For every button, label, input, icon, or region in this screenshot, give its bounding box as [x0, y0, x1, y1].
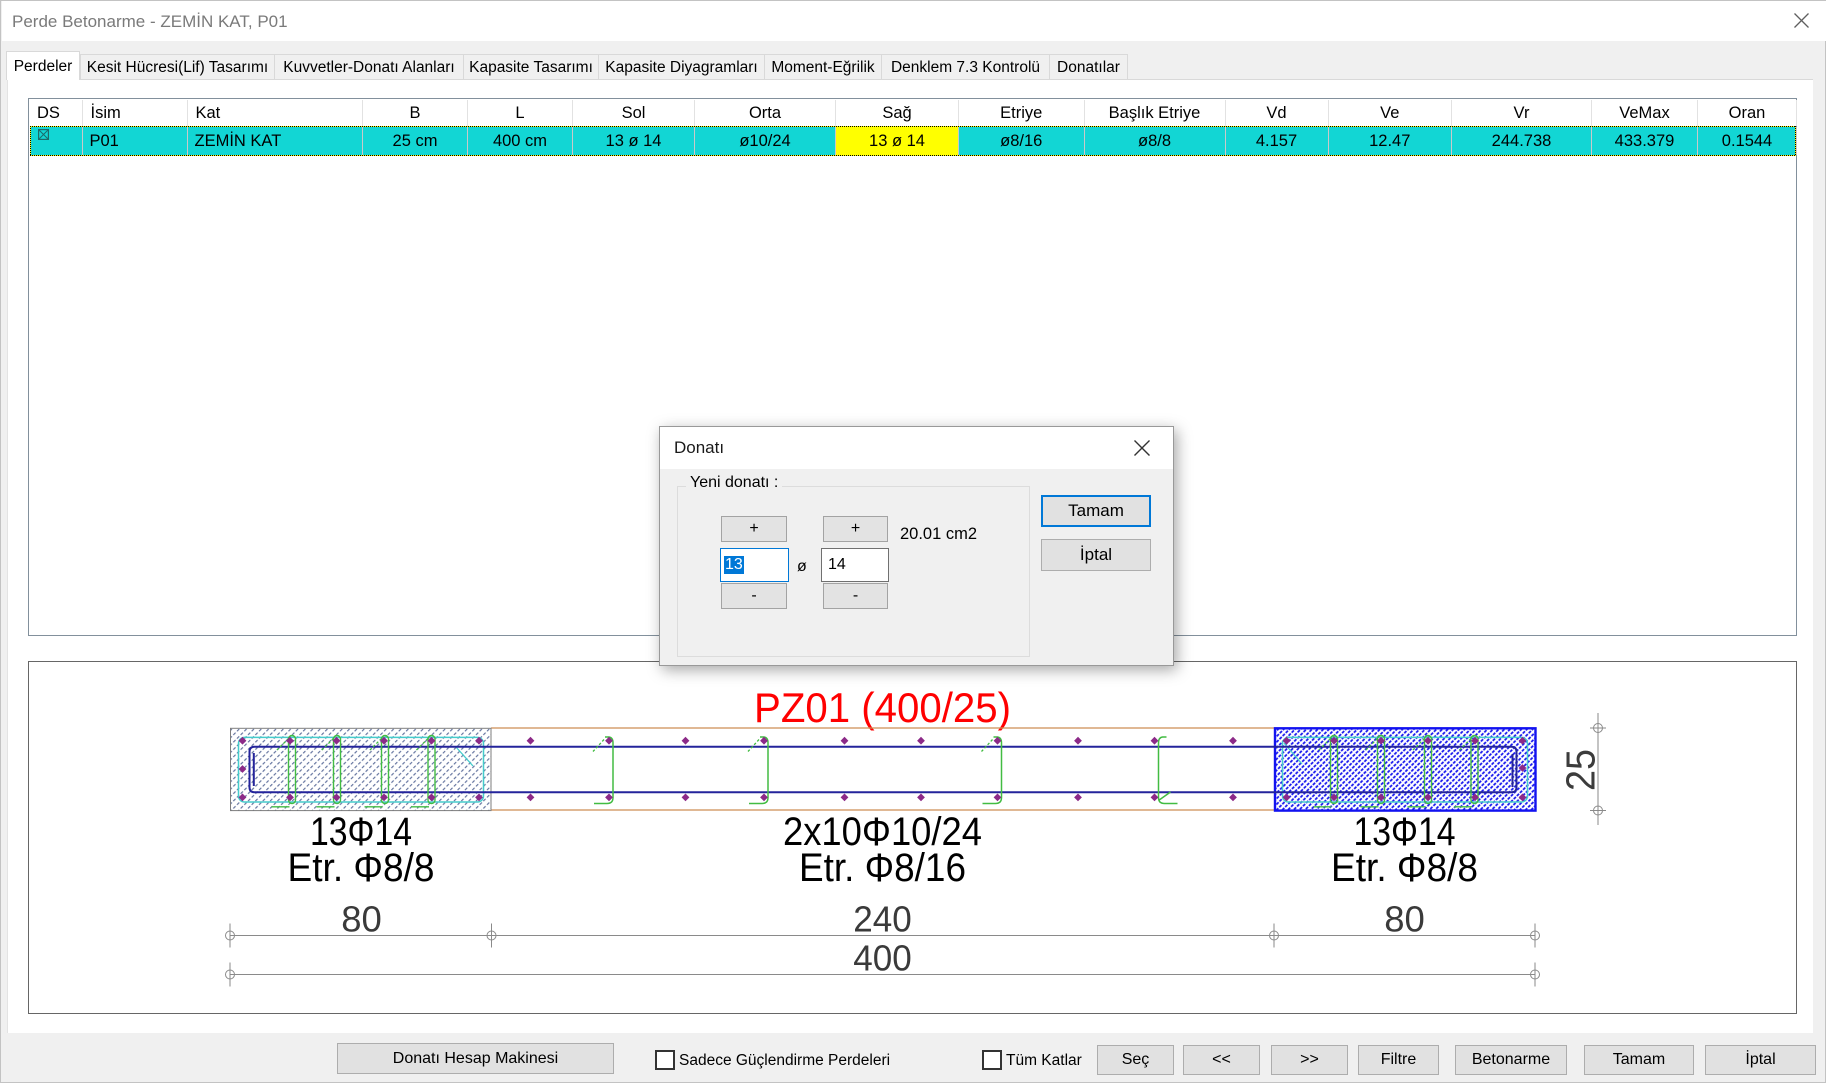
svg-text:Etr. Φ8/8: Etr. Φ8/8 — [288, 846, 435, 890]
svg-text:25: 25 — [1558, 749, 1604, 791]
svg-text:400: 400 — [853, 938, 912, 979]
svg-text:80: 80 — [1384, 899, 1425, 940]
svg-text:240: 240 — [853, 899, 912, 940]
svg-text:80: 80 — [341, 899, 382, 940]
svg-text:PZ01 (400/25): PZ01 (400/25) — [754, 684, 1011, 731]
svg-text:Etr. Φ8/16: Etr. Φ8/16 — [799, 846, 966, 890]
svg-text:Etr. Φ8/8: Etr. Φ8/8 — [1331, 846, 1478, 890]
